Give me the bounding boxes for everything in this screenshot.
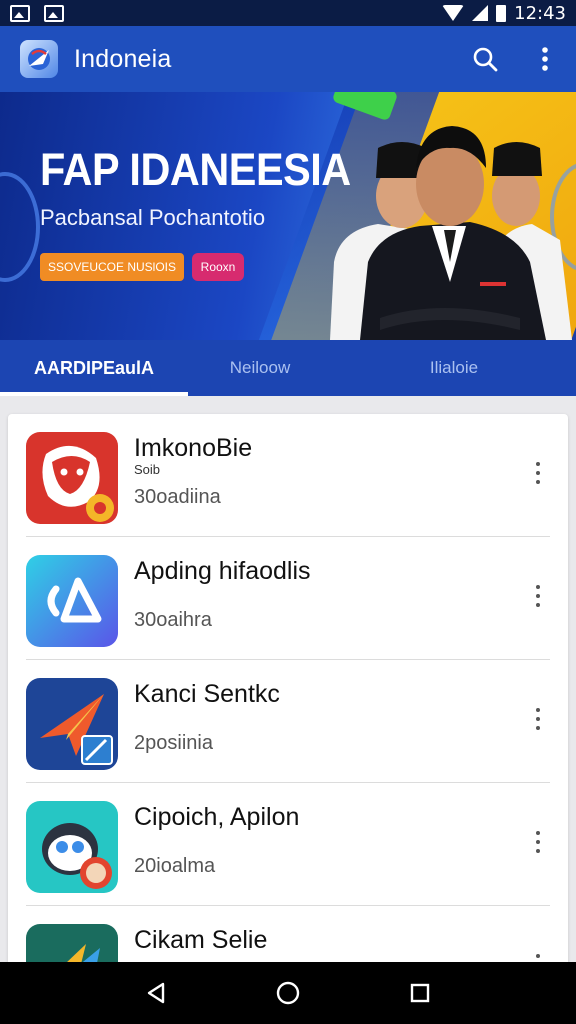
back-icon[interactable] [136, 973, 176, 1013]
banner-people-illustration [330, 126, 572, 340]
list-item[interactable]: ImkonoBie Soib 30oadiina [8, 414, 568, 537]
battery-icon [496, 4, 507, 22]
more-options-icon[interactable] [530, 704, 546, 734]
banner-primary-button[interactable]: SSOVEUCOE NUSlOIS [40, 253, 184, 281]
paper-plane-icon [26, 678, 118, 770]
list-item[interactable]: Kanci Sentkc 2posiinia [8, 660, 568, 783]
app-count: 30oadiina [134, 486, 221, 508]
home-icon[interactable] [268, 973, 308, 1013]
signal-icon [472, 5, 489, 21]
banner-subtitle: Pacbansal Pochantotio [40, 205, 266, 230]
more-options-icon[interactable] [530, 581, 546, 611]
search-icon[interactable] [470, 44, 500, 74]
app-list: ImkonoBie Soib 30oadiina Apding hifaodli… [8, 414, 568, 974]
photo-notification-icon [44, 4, 64, 22]
wifi-icon [442, 5, 465, 21]
banner-secondary-button[interactable]: Rooxn [192, 253, 244, 281]
app-name: ImkonoBie [134, 434, 253, 462]
overflow-menu-icon[interactable] [530, 44, 560, 74]
app-name: Cikam Selie [134, 926, 268, 954]
status-bar: 12:43 [0, 0, 576, 26]
tab-new[interactable]: Neiloow [188, 340, 332, 396]
more-options-icon[interactable] [530, 458, 546, 488]
gallery-notification-icon [10, 4, 30, 22]
app-subtitle: Soib [134, 462, 161, 477]
banner-title: FAP IDANEESIA [40, 144, 351, 195]
app-name: Apding hifaodlis [134, 557, 311, 585]
app-name: Cipoich, Apilon [134, 803, 300, 831]
app-title: Indoneia [74, 44, 172, 73]
gradient-triangle-icon [26, 555, 118, 647]
list-item[interactable]: Apding hifaodlis 30oaihra [8, 537, 568, 660]
app-name: Kanci Sentkc [134, 680, 280, 708]
app-count: 30oaihra [134, 609, 212, 631]
red-face-icon [26, 432, 118, 524]
list-item[interactable]: Cipoich, Apilon 20ioalma [8, 783, 568, 906]
system-nav-bar [0, 962, 576, 1024]
more-options-icon[interactable] [530, 827, 546, 857]
status-time: 12:43 [514, 2, 566, 24]
app-logo-icon [20, 40, 58, 78]
app-count: 2posiinia [134, 732, 213, 754]
promo-banner[interactable]: FAP IDANEESIA Pacbansal Pochantotio SSOV… [0, 92, 576, 340]
app-count: 20ioalma [134, 855, 216, 877]
recents-icon[interactable] [400, 973, 440, 1013]
app-bar: Indoneia [0, 26, 576, 92]
tab-bar: AARDIPEaulA Neiloow Ilialoie [0, 340, 576, 396]
tab-other[interactable]: Ilialoie [332, 340, 576, 396]
robot-face-icon [26, 801, 118, 893]
tab-main[interactable]: AARDIPEaulA [0, 340, 188, 396]
